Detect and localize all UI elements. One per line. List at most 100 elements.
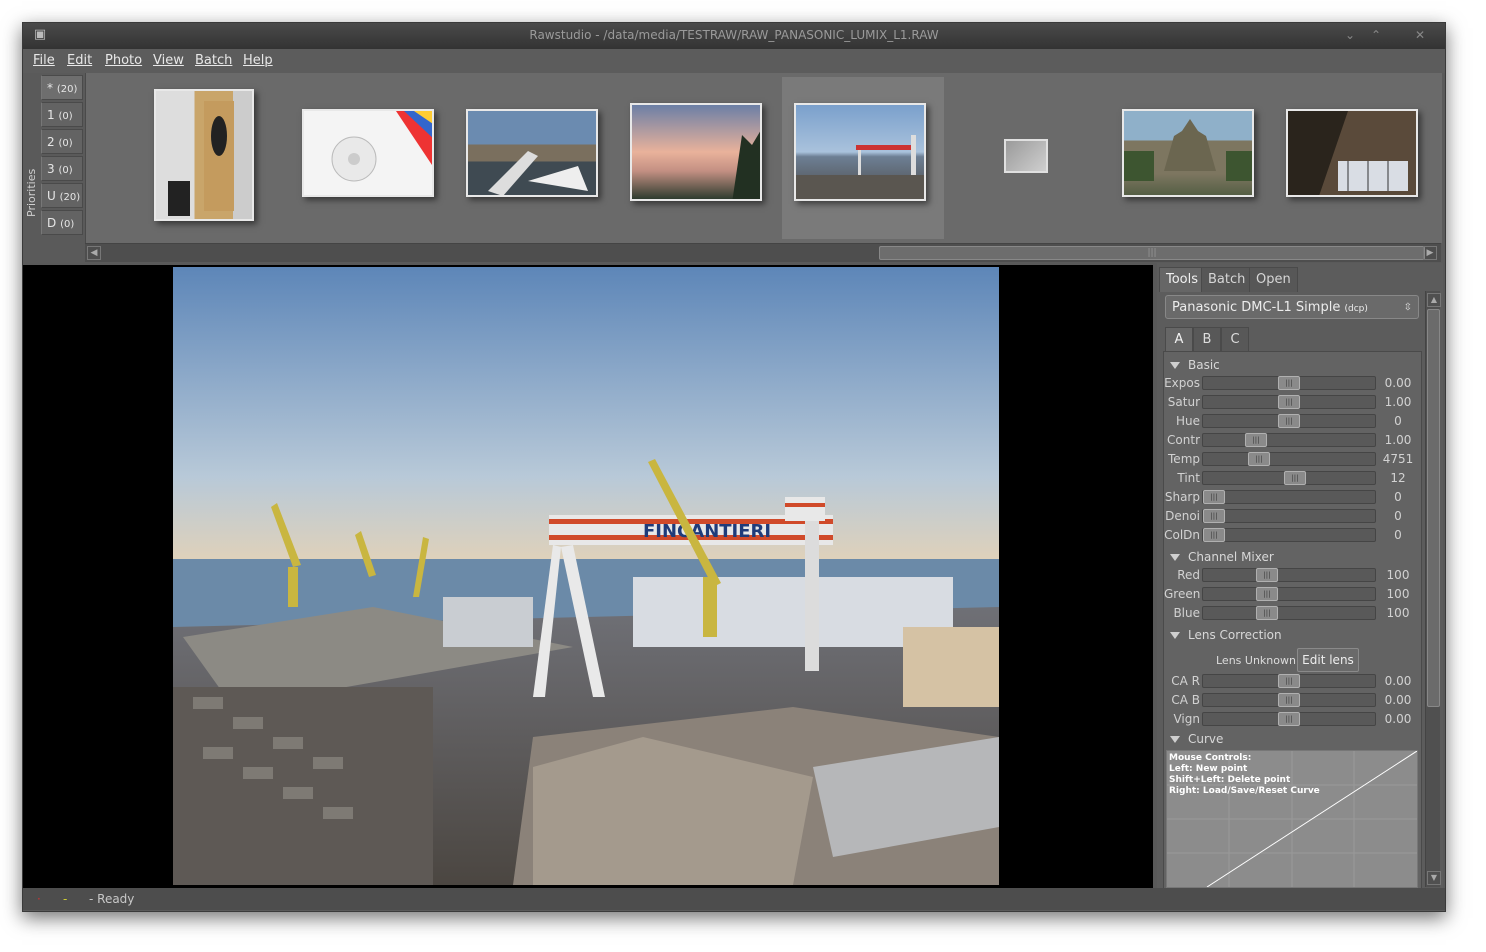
priority-tab-1[interactable]: 1 (0) xyxy=(41,102,83,127)
slider-track[interactable]: ||| xyxy=(1202,509,1376,523)
slider-track[interactable]: ||| xyxy=(1202,528,1376,542)
slider-track[interactable]: ||| xyxy=(1202,414,1376,428)
priority-tab-3[interactable]: 3 (0) xyxy=(41,156,83,181)
curve-editor[interactable]: Mouse Controls: Left: New point Shift+Le… xyxy=(1166,750,1418,888)
slider-track[interactable]: ||| xyxy=(1202,490,1376,504)
slider-value[interactable]: 100 xyxy=(1376,604,1420,622)
tab-open[interactable]: Open xyxy=(1249,267,1298,292)
thumbnail-scrollbar[interactable]: ◀ ||| ▶ xyxy=(85,243,1441,262)
status-bar: · - - Ready xyxy=(23,888,1445,910)
expander-icon xyxy=(1170,736,1180,743)
menu-photo[interactable]: Photo xyxy=(105,53,142,68)
slider-handle[interactable]: ||| xyxy=(1278,693,1300,707)
slider-handle[interactable]: ||| xyxy=(1278,674,1300,688)
scroll-down-icon[interactable]: ▼ xyxy=(1427,871,1441,885)
thumbnail-window[interactable] xyxy=(1286,109,1418,197)
snapshot-tab-b[interactable]: B xyxy=(1193,327,1221,352)
slider-track[interactable]: ||| xyxy=(1202,433,1376,447)
thumbnail-boats[interactable] xyxy=(466,109,598,197)
slider-value[interactable]: 0.00 xyxy=(1376,672,1420,690)
slider-track[interactable]: ||| xyxy=(1202,395,1376,409)
slider-track[interactable]: ||| xyxy=(1202,376,1376,390)
snapshot-tab-a[interactable]: A xyxy=(1165,327,1193,352)
maximize-icon[interactable]: ⌃ xyxy=(1367,27,1385,43)
basic-slider-row: Temp ||| 4751 xyxy=(1164,450,1421,468)
slider-value[interactable]: 0 xyxy=(1376,412,1420,430)
slider-value[interactable]: 0.00 xyxy=(1376,710,1420,728)
menu-view[interactable]: View xyxy=(153,53,184,68)
slider-value[interactable]: 1.00 xyxy=(1376,431,1420,449)
snapshot-tab-c[interactable]: C xyxy=(1221,327,1249,352)
slider-value[interactable]: 0 xyxy=(1376,526,1420,544)
tab-batch[interactable]: Batch xyxy=(1201,267,1253,292)
app-icon: ▣ xyxy=(33,27,47,42)
section-basic[interactable]: Basic xyxy=(1170,358,1220,372)
slider-track[interactable]: ||| xyxy=(1202,693,1376,707)
thumbnail-angkor-wat[interactable] xyxy=(1122,109,1254,197)
status-indicator-yellow: - xyxy=(63,892,68,906)
slider-handle[interactable]: ||| xyxy=(1203,490,1225,504)
slider-value[interactable]: 0 xyxy=(1376,507,1420,525)
image-viewer[interactable]: FINCANTIERI xyxy=(23,265,1153,888)
slider-value[interactable]: 12 xyxy=(1376,469,1420,487)
priority-tab-unprioritized[interactable]: U (20) xyxy=(41,183,83,208)
slider-label: CA B xyxy=(1171,693,1200,707)
slider-track[interactable]: ||| xyxy=(1202,452,1376,466)
menu-batch[interactable]: Batch xyxy=(195,53,232,68)
slider-track[interactable]: ||| xyxy=(1202,471,1376,485)
slider-value[interactable]: 0.00 xyxy=(1376,374,1420,392)
tools-scrollbar-thumb[interactable] xyxy=(1427,309,1440,707)
slider-handle[interactable]: ||| xyxy=(1245,433,1267,447)
thumbnail-boats-art xyxy=(488,151,588,195)
thumbnail-shipyard[interactable] xyxy=(794,103,926,201)
thumbnail-color-wheel[interactable] xyxy=(302,109,434,197)
slider-value[interactable]: 1.00 xyxy=(1376,393,1420,411)
edit-lens-button[interactable]: Edit lens xyxy=(1297,648,1359,672)
scrollbar-thumb[interactable]: ||| xyxy=(879,246,1425,260)
tools-scrollbar[interactable]: ▲ ▼ xyxy=(1425,291,1441,887)
slider-value[interactable]: 0.00 xyxy=(1376,691,1420,709)
priority-tab-2[interactable]: 2 (0) xyxy=(41,129,83,154)
scroll-left-icon[interactable]: ◀ xyxy=(87,246,101,260)
slider-track[interactable]: ||| xyxy=(1202,568,1376,582)
section-curve[interactable]: Curve xyxy=(1170,732,1223,746)
slider-track[interactable]: ||| xyxy=(1202,587,1376,601)
section-lens-correction[interactable]: Lens Correction xyxy=(1170,628,1282,642)
slider-handle[interactable]: ||| xyxy=(1256,606,1278,620)
slider-value[interactable]: 0 xyxy=(1376,488,1420,506)
expander-icon xyxy=(1170,632,1180,639)
minimize-icon[interactable]: ⌄ xyxy=(1341,27,1359,43)
menu-edit[interactable]: Edit xyxy=(67,53,92,68)
thumbnail-placeholder-icon[interactable] xyxy=(1004,139,1048,173)
menu-help[interactable]: Help xyxy=(243,53,273,68)
slider-handle[interactable]: ||| xyxy=(1256,587,1278,601)
slider-handle[interactable]: ||| xyxy=(1278,395,1300,409)
slider-track[interactable]: ||| xyxy=(1202,674,1376,688)
slider-handle[interactable]: ||| xyxy=(1203,509,1225,523)
slider-handle[interactable]: ||| xyxy=(1278,712,1300,726)
slider-handle[interactable]: ||| xyxy=(1248,452,1270,466)
slider-track[interactable]: ||| xyxy=(1202,606,1376,620)
slider-handle[interactable]: ||| xyxy=(1203,528,1225,542)
menu-file[interactable]: File xyxy=(33,53,55,68)
profile-selector[interactable]: Panasonic DMC-L1 Simple (dcp) ⇳ xyxy=(1165,295,1419,319)
slider-label: Denoi xyxy=(1165,509,1200,523)
tab-tools[interactable]: Tools xyxy=(1159,267,1206,292)
section-channel-mixer[interactable]: Channel Mixer xyxy=(1170,550,1274,564)
slider-handle[interactable]: ||| xyxy=(1278,376,1300,390)
slider-handle[interactable]: ||| xyxy=(1256,568,1278,582)
scroll-up-icon[interactable]: ▲ xyxy=(1427,293,1441,307)
slider-value[interactable]: 4751 xyxy=(1376,450,1420,468)
priority-tab-all[interactable]: * (20) xyxy=(41,75,83,100)
slider-value[interactable]: 100 xyxy=(1376,585,1420,603)
slider-value[interactable]: 100 xyxy=(1376,566,1420,584)
thumbnail-speaker[interactable] xyxy=(154,89,254,221)
slider-handle[interactable]: ||| xyxy=(1284,471,1306,485)
slider-track[interactable]: ||| xyxy=(1202,712,1376,726)
mixer-slider-row: Red ||| 100 xyxy=(1164,566,1421,584)
priority-tab-deleted[interactable]: D (0) xyxy=(41,210,83,235)
scroll-right-icon[interactable]: ▶ xyxy=(1423,246,1437,260)
close-icon[interactable]: ✕ xyxy=(1411,27,1429,43)
thumbnail-sunset[interactable] xyxy=(630,103,762,201)
slider-handle[interactable]: ||| xyxy=(1278,414,1300,428)
